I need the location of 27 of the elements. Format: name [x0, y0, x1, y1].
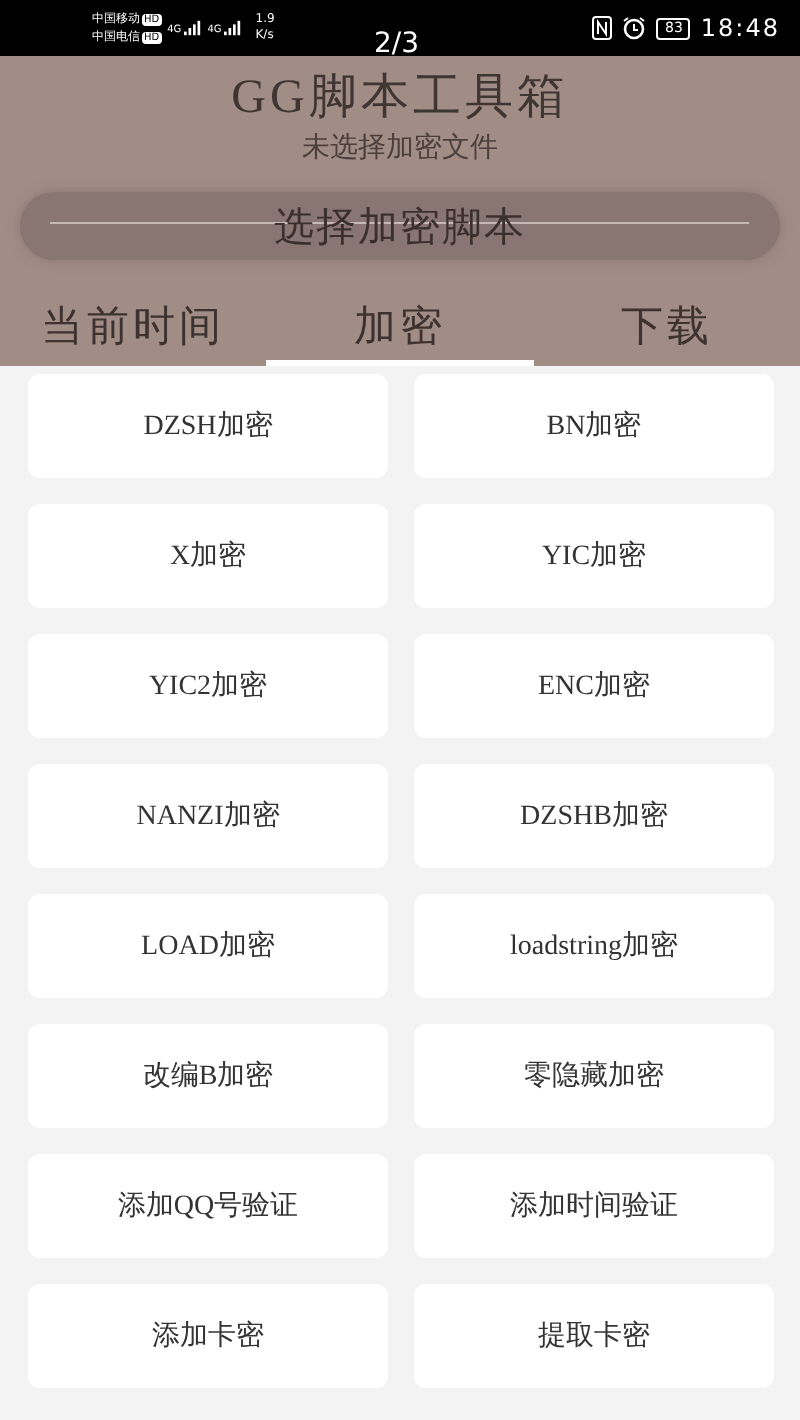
- signal-icon: [183, 20, 202, 36]
- signal-icon: [223, 20, 242, 36]
- action-button[interactable]: 添加时间验证: [414, 1154, 774, 1258]
- action-button[interactable]: 添加QQ号验证: [28, 1154, 388, 1258]
- page-indicator: 2/3: [374, 28, 420, 60]
- action-button[interactable]: LOAD加密: [28, 894, 388, 998]
- app-title: GG脚本工具箱: [231, 70, 569, 128]
- action-button[interactable]: DZSHB加密: [414, 764, 774, 868]
- clock-time: 18:48: [700, 14, 780, 42]
- action-button[interactable]: YIC2加密: [28, 634, 388, 738]
- nfc-icon: [592, 16, 613, 40]
- action-button[interactable]: X加密: [28, 504, 388, 608]
- action-button[interactable]: 提取卡密: [414, 1284, 774, 1388]
- tab[interactable]: 下载: [533, 296, 800, 366]
- file-status: 未选择加密文件: [302, 132, 498, 168]
- action-button[interactable]: 零隐藏加密: [414, 1024, 774, 1128]
- tab[interactable]: 加密: [266, 296, 534, 366]
- action-button[interactable]: 改编B加密: [28, 1024, 388, 1128]
- tab[interactable]: 当前时间: [0, 296, 267, 366]
- action-button[interactable]: NANZI加密: [28, 764, 388, 868]
- action-button[interactable]: loadstring加密: [414, 894, 774, 998]
- action-button[interactable]: 添加卡密: [28, 1284, 388, 1388]
- action-button[interactable]: DZSH加密: [28, 374, 388, 478]
- alarm-icon: [622, 16, 647, 40]
- action-button[interactable]: BN加密: [414, 374, 774, 478]
- action-button[interactable]: YIC加密: [414, 504, 774, 608]
- action-button[interactable]: ENC加密: [414, 634, 774, 738]
